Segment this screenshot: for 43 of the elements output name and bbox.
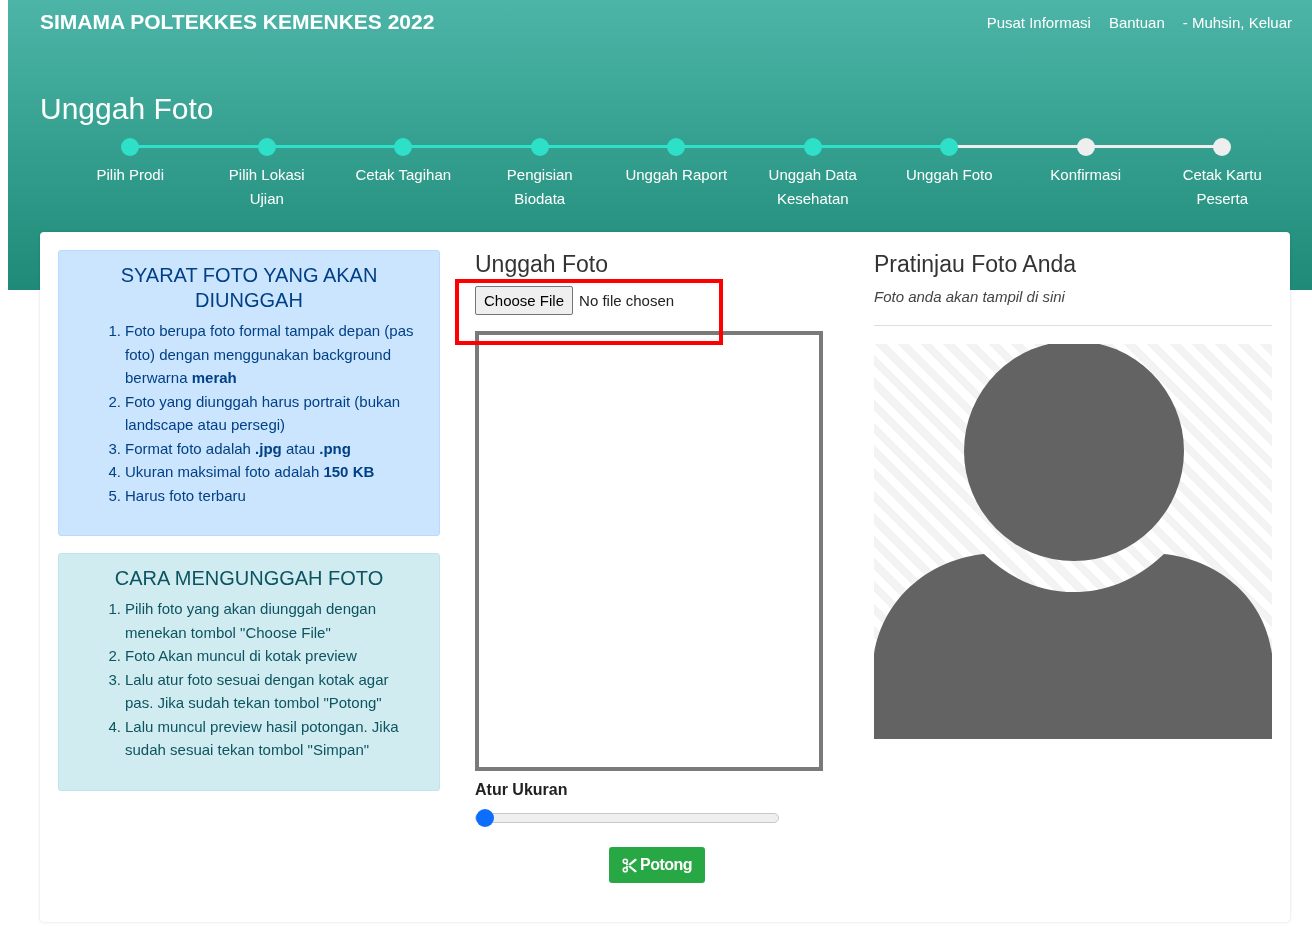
preview-hint: Foto anda akan tampil di sini xyxy=(874,288,1066,305)
instruction-item: Pilih foto yang akan diunggah dengan menekan tombol "Choose File" xyxy=(125,599,378,643)
item-number: 3. xyxy=(107,669,121,690)
panel-title: SYARAT FOTO YANG AKAN DIUNGGAH xyxy=(119,263,379,313)
instruction-item: Foto berupa foto formal tampak depan (pas foto) dengan menggunakan background berwarna merah xyxy=(125,321,415,388)
step-label: Unggah Raport xyxy=(625,165,728,185)
slider-thumb[interactable] xyxy=(476,809,494,827)
item-number: 5. xyxy=(107,485,121,506)
step-label: Unggah Foto xyxy=(905,165,993,185)
step-label: Pilih Prodi xyxy=(96,165,164,185)
instruction-item: Lalu muncul preview hasil potongan. Jika sudah sesuai tekan tombol "Simpan" xyxy=(125,716,400,760)
step-label: Cetak Tagihan xyxy=(355,165,452,185)
app-brand: SIMAMA POLTEKKES KEMENKES 2022 xyxy=(40,10,435,34)
panel-title: CARA MENGUNGGAH FOTO xyxy=(113,566,385,591)
scissors-icon xyxy=(622,857,637,873)
item-number: 1. xyxy=(107,321,121,341)
crop-button[interactable]: Potong xyxy=(609,847,706,883)
section-title: Unggah Foto xyxy=(475,250,609,278)
item-number: 4. xyxy=(107,716,121,737)
step-label: Unggah Data Kesehatan xyxy=(767,165,858,209)
instruction-item: Foto Akan muncul di kotak preview xyxy=(125,646,357,666)
instruction-item: Ukuran maksimal foto adalah 150 KB xyxy=(125,462,375,482)
nav-link[interactable]: Bantuan xyxy=(1108,13,1165,31)
instruction-item: Lalu atur foto sesuai dengan kotak agar pas. Jika sudah tekan tombol "Potong" xyxy=(125,669,390,713)
step-label: Pilih Lokasi Ujian xyxy=(227,165,306,209)
nav-link[interactable]: - Muhsin, Keluar xyxy=(1182,13,1292,31)
item-number: 2. xyxy=(107,391,121,412)
size-label: Atur Ukuran xyxy=(475,781,569,799)
instruction-item: Foto yang diunggah harus portrait (bukan landscape atau persegi) xyxy=(125,391,402,435)
file-status: No file chosen xyxy=(579,292,675,309)
item-number: 1. xyxy=(107,599,121,619)
nav-link[interactable]: Pusat Informasi xyxy=(986,13,1091,31)
step-label: Cetak Kartu Peserta xyxy=(1181,165,1263,209)
choose-file-button[interactable]: Choose File xyxy=(475,286,574,315)
page-title: Unggah Foto xyxy=(40,92,215,126)
instruction-item: Format foto adalah .jpg atau .png xyxy=(125,438,351,459)
item-number: 2. xyxy=(107,646,121,666)
preview-title: Pratinjau Foto Anda xyxy=(874,250,1078,278)
item-number: 3. xyxy=(107,438,121,459)
step-label: Pengisian Biodata xyxy=(505,165,574,209)
step-label: Konfirmasi xyxy=(1050,165,1122,185)
item-number: 4. xyxy=(107,462,121,482)
instruction-item: Harus foto terbaru xyxy=(125,485,246,506)
